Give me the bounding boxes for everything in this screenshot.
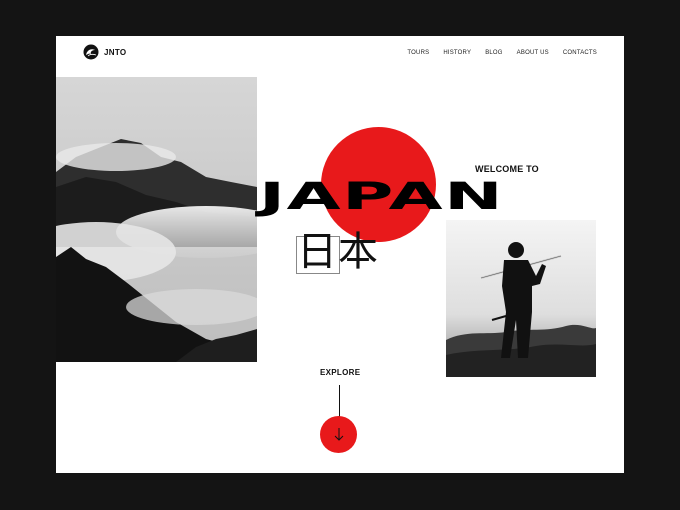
samurai-photo bbox=[446, 220, 596, 377]
explore-label: EXPLORE bbox=[320, 368, 361, 377]
nav-blog[interactable]: BLOG bbox=[485, 50, 502, 56]
logo[interactable]: JNTO bbox=[83, 44, 126, 60]
nav-about-us[interactable]: ABOUT US bbox=[517, 50, 549, 56]
hero-kanji: 日本 bbox=[297, 229, 379, 275]
wave-crest-icon bbox=[83, 44, 99, 60]
page: JNTO TOURS HISTORY BLOG ABOUT US CONTACT… bbox=[56, 36, 624, 473]
main-nav: TOURS HISTORY BLOG ABOUT US CONTACTS bbox=[407, 50, 597, 56]
welcome-text: WELCOME TO bbox=[475, 164, 539, 174]
explore-button[interactable] bbox=[320, 416, 357, 453]
arrow-down-icon bbox=[334, 427, 343, 441]
nav-tours[interactable]: TOURS bbox=[407, 50, 429, 56]
hero-title: JAPAN bbox=[259, 173, 505, 218]
nav-history[interactable]: HISTORY bbox=[443, 50, 471, 56]
nav-contacts[interactable]: CONTACTS bbox=[563, 50, 597, 56]
mountain-fog-photo bbox=[56, 77, 257, 362]
brand-name: JNTO bbox=[104, 47, 127, 57]
